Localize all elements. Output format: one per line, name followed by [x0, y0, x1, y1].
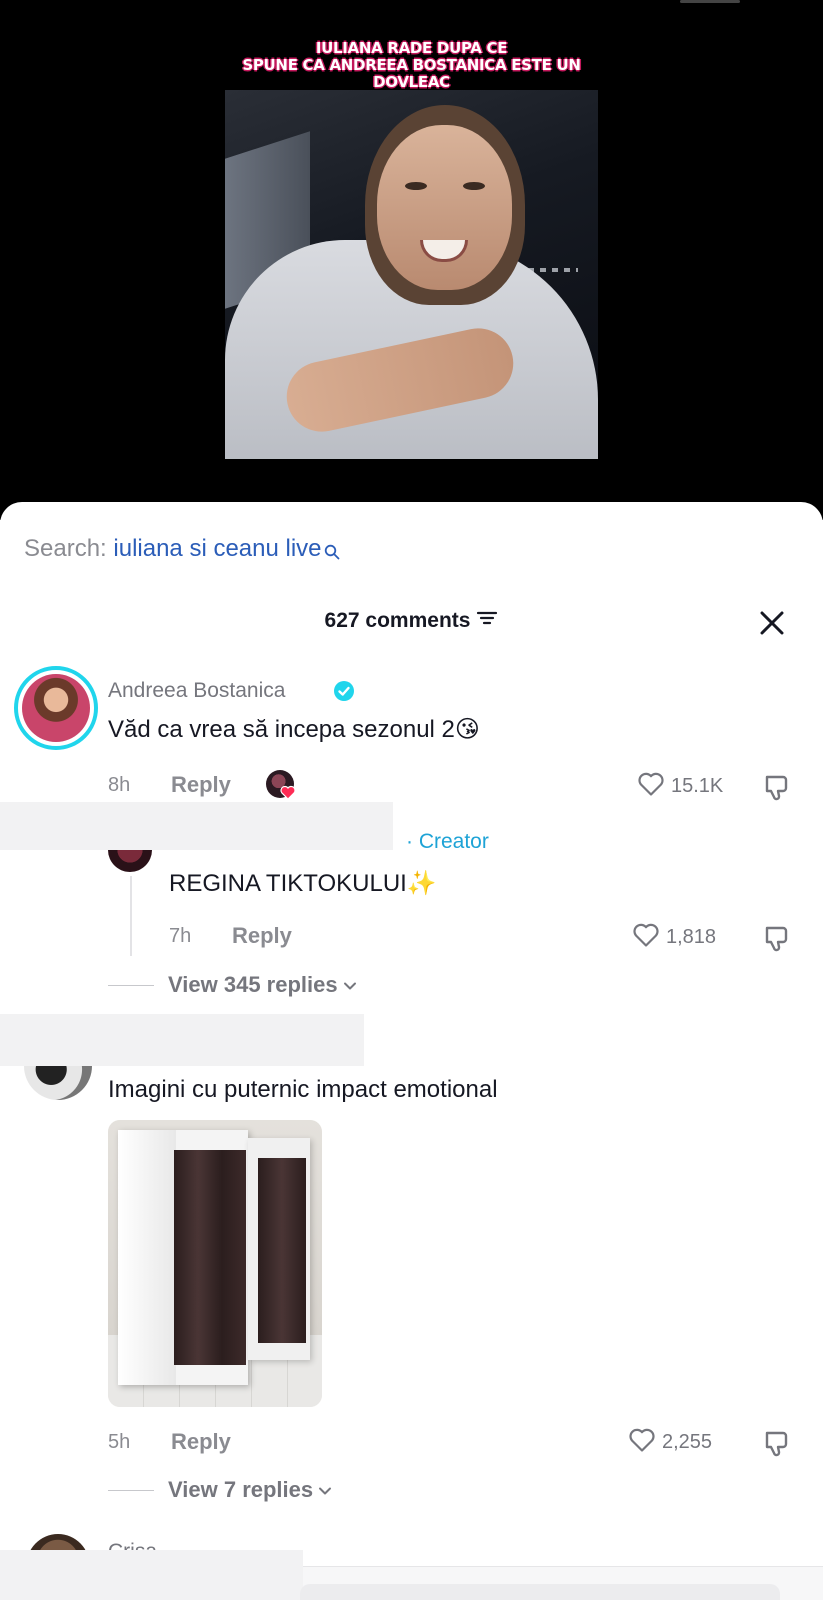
chevron-down-icon: [342, 970, 358, 1000]
close-icon[interactable]: [757, 608, 787, 638]
video-frame[interactable]: [225, 90, 598, 459]
dislike-icon[interactable]: [761, 1427, 793, 1459]
view-replies-button[interactable]: View 345 replies: [108, 970, 358, 1000]
reply-button[interactable]: Reply: [171, 771, 231, 799]
emoji: ✨: [406, 870, 437, 897]
creator-label: · Creator: [406, 830, 489, 853]
comments-header: 627 comments: [0, 606, 823, 636]
status-indicator: [680, 0, 740, 3]
verified-icon: [334, 681, 354, 701]
comment-username[interactable]: Andreea Bostanica: [108, 677, 285, 705]
heart-icon: [632, 922, 660, 953]
sort-icon[interactable]: [476, 606, 498, 636]
view-replies-button[interactable]: View 7 replies: [108, 1475, 333, 1505]
redacted-area: [0, 1550, 303, 1600]
avatar[interactable]: [14, 666, 98, 750]
comment-image[interactable]: [108, 1120, 322, 1407]
comment-text: Imagini cu puternic impact emotional: [108, 1076, 498, 1103]
reply-time: 7h: [169, 925, 192, 947]
caption-line: IULIANA RADE DUPA CE: [315, 39, 508, 57]
comments-count: 627 comments: [324, 609, 471, 632]
search-query-link[interactable]: iuliana si ceanu live: [113, 535, 321, 562]
like-count: 2,255: [662, 1430, 713, 1453]
like-button[interactable]: 1,818: [632, 922, 716, 952]
comment-time: 8h: [108, 774, 131, 796]
chevron-down-icon: [317, 1475, 333, 1505]
heart-icon: [637, 771, 665, 802]
reply-button[interactable]: Reply: [171, 1428, 231, 1456]
search-suggestion[interactable]: Search: iuliana si ceanu live: [24, 531, 340, 571]
like-button[interactable]: 15.1K: [637, 771, 723, 801]
reply-text: REGINA TIKTOKULUI✨: [169, 870, 437, 897]
search-label: Search:: [24, 535, 107, 562]
caption-line: SPUNE CA ANDREEA BOSTANICA ESTE UN: [242, 56, 581, 74]
creator-liked-avatar: [266, 770, 298, 802]
redacted-area: [0, 802, 393, 850]
search-icon[interactable]: [324, 535, 340, 571]
like-button[interactable]: 2,255: [628, 1427, 712, 1457]
like-count: 1,818: [666, 925, 717, 948]
thread-line: [130, 876, 132, 956]
redacted-area: [0, 1014, 364, 1066]
video-player[interactable]: IULIANA RADE DUPA CE SPUNE CA ANDREEA BO…: [0, 0, 823, 520]
like-count: 15.1K: [671, 774, 724, 797]
comment-text: Văd ca vrea să incepa sezonul 2😘: [108, 716, 480, 743]
heart-icon: [628, 1427, 656, 1458]
caption-line: DOVLEAC: [373, 73, 450, 91]
dislike-icon[interactable]: [761, 922, 793, 954]
comment-input[interactable]: [300, 1584, 780, 1600]
dislike-icon[interactable]: [761, 771, 793, 803]
comment-time: 5h: [108, 1431, 131, 1453]
emoji: 😘: [454, 716, 480, 743]
video-caption: IULIANA RADE DUPA CE SPUNE CA ANDREEA BO…: [200, 40, 623, 91]
reply-button[interactable]: Reply: [232, 922, 292, 950]
